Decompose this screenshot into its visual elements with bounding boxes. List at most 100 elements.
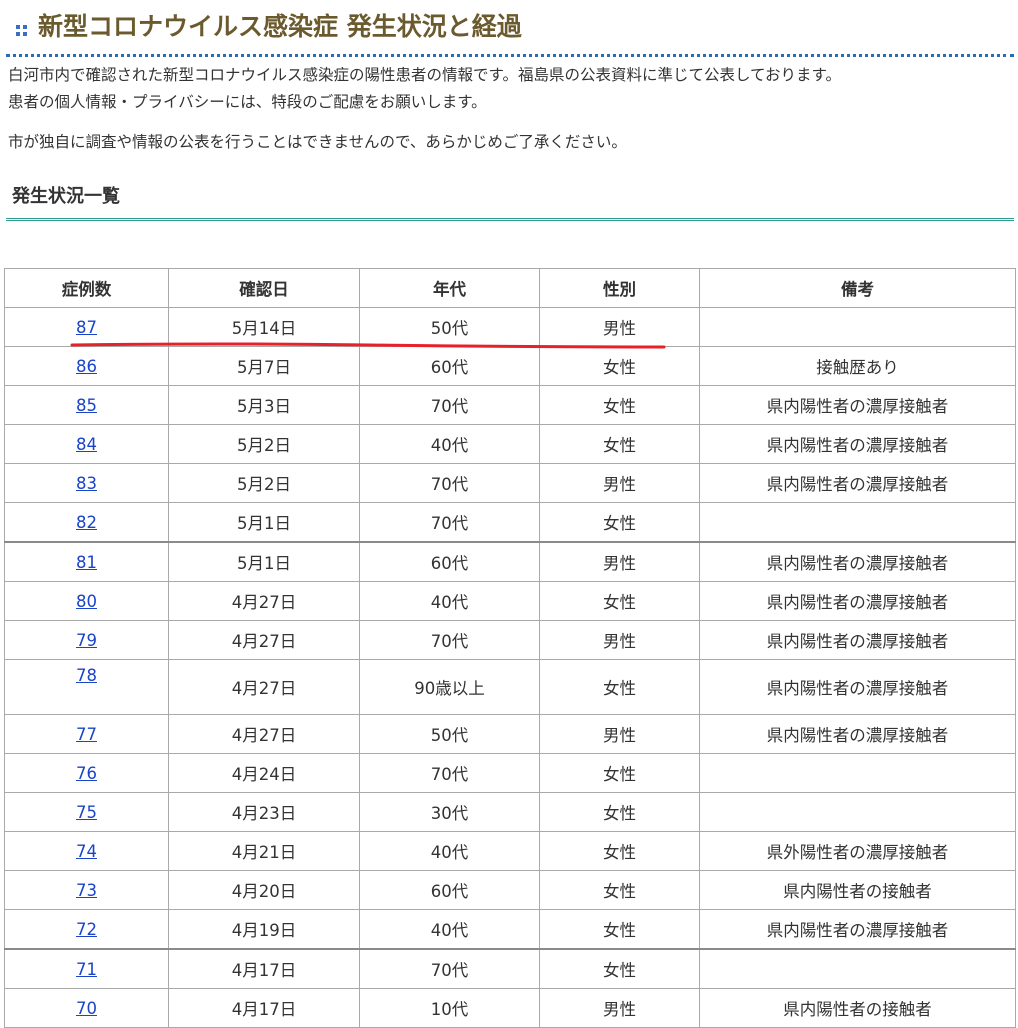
case-number-link[interactable]: 86 [76,357,97,376]
header-age-group: 年代 [359,268,540,308]
sex-cell: 女性 [539,870,700,910]
age-group-cell: 60代 [359,870,540,910]
notes-cell: 県内陽性者の濃厚接触者 [699,463,1016,503]
table-row: 75 4月23日 30代 女性 [4,792,1016,832]
table-row: 76 4月24日 70代 女性 [4,753,1016,793]
notes-cell [699,753,1016,793]
age-group-cell: 40代 [359,831,540,871]
table-row: 77 4月27日 50代 男性 県内陽性者の濃厚接触者 [4,714,1016,754]
table-row: 81 5月1日 60代 男性 県内陽性者の濃厚接触者 [4,541,1016,582]
section-title: 発生状況一覧 [12,186,120,207]
age-group-cell: 70代 [359,948,540,989]
confirmed-date-cell: 4月27日 [168,659,360,715]
bullet-squares-icon [16,25,27,36]
notes-cell: 県内陽性者の濃厚接触者 [699,424,1016,464]
case-number-link[interactable]: 77 [76,725,97,744]
table-row: 78 4月27日 90歳以上 女性 県内陽性者の濃厚接触者 [4,659,1016,715]
sex-cell: 男性 [539,714,700,754]
case-number-link[interactable]: 83 [76,474,97,493]
case-number-cell: 83 [4,463,169,503]
page-title: 新型コロナウイルス感染症 発生状況と経過 [38,12,522,41]
age-group-cell: 70代 [359,753,540,793]
case-number-cell: 86 [4,346,169,386]
confirmed-date-cell: 4月20日 [168,870,360,910]
sex-cell: 男性 [539,463,700,503]
confirmed-date-cell: 4月17日 [168,948,360,989]
case-number-cell: 82 [4,502,169,543]
notes-cell: 県内陽性者の接触者 [699,870,1016,910]
age-group-cell: 60代 [359,346,540,386]
case-number-link[interactable]: 76 [76,764,97,783]
sex-cell: 女性 [539,831,700,871]
table-row: 82 5月1日 70代 女性 [4,502,1016,543]
table-row: 79 4月27日 70代 男性 県内陽性者の濃厚接触者 [4,620,1016,660]
case-number-cell: 77 [4,714,169,754]
confirmed-date-cell: 5月14日 [168,307,360,347]
sex-cell: 女性 [539,581,700,621]
case-number-link[interactable]: 80 [76,592,97,611]
notes-cell [699,792,1016,832]
case-number-link[interactable]: 84 [76,435,97,454]
case-number-link[interactable]: 72 [76,920,97,939]
table-row: 83 5月2日 70代 男性 県内陽性者の濃厚接触者 [4,463,1016,503]
sex-cell: 女性 [539,385,700,425]
notes-cell: 県外陽性者の濃厚接触者 [699,831,1016,871]
notes-cell: 県内陽性者の濃厚接触者 [699,620,1016,660]
case-number-cell: 81 [4,541,169,582]
confirmed-date-cell: 4月24日 [168,753,360,793]
case-number-cell: 73 [4,870,169,910]
notes-cell: 県内陽性者の濃厚接触者 [699,385,1016,425]
case-number-link[interactable]: 81 [76,553,97,572]
case-number-cell: 87 [4,307,169,347]
case-number-link[interactable]: 75 [76,803,97,822]
sex-cell: 男性 [539,541,700,582]
age-group-cell: 50代 [359,307,540,347]
table-row: 85 5月3日 70代 女性 県内陽性者の濃厚接触者 [4,385,1016,425]
notes-cell [699,307,1016,347]
confirmed-date-cell: 4月21日 [168,831,360,871]
sex-cell: 女性 [539,909,700,950]
case-number-cell: 72 [4,909,169,950]
sex-cell: 女性 [539,792,700,832]
sex-cell: 男性 [539,620,700,660]
confirmed-date-cell: 5月7日 [168,346,360,386]
confirmed-date-cell: 4月19日 [168,909,360,950]
confirmed-date-cell: 4月17日 [168,988,360,1028]
case-number-link[interactable]: 70 [76,999,97,1018]
notes-cell: 県内陽性者の濃厚接触者 [699,541,1016,582]
notes-cell [699,502,1016,543]
case-number-link[interactable]: 74 [76,842,97,861]
age-group-cell: 30代 [359,792,540,832]
sex-cell: 女性 [539,424,700,464]
sex-cell: 女性 [539,753,700,793]
case-number-cell: 78 [4,659,169,715]
sex-cell: 男性 [539,307,700,347]
age-group-cell: 40代 [359,581,540,621]
age-group-cell: 90歳以上 [359,659,540,715]
header-sex: 性別 [539,268,700,308]
age-group-cell: 40代 [359,424,540,464]
case-number-link[interactable]: 73 [76,881,97,900]
confirmed-date-cell: 4月27日 [168,581,360,621]
case-number-link[interactable]: 82 [76,513,97,532]
table-header-row: 症例数 確認日 年代 性別 備考 [4,268,1016,308]
case-number-cell: 84 [4,424,169,464]
confirmed-date-cell: 5月3日 [168,385,360,425]
case-number-link[interactable]: 79 [76,631,97,650]
case-number-link[interactable]: 71 [76,960,97,979]
case-number-cell: 70 [4,988,169,1028]
sex-cell: 女性 [539,502,700,543]
header-notes: 備考 [699,268,1016,308]
case-number-cell: 85 [4,385,169,425]
case-number-link[interactable]: 78 [76,666,97,685]
case-number-link[interactable]: 87 [76,318,97,337]
sex-cell: 男性 [539,988,700,1028]
confirmed-date-cell: 4月27日 [168,714,360,754]
table-row: 70 4月17日 10代 男性 県内陽性者の接触者 [4,988,1016,1028]
case-number-cell: 76 [4,753,169,793]
case-number-cell: 74 [4,831,169,871]
age-group-cell: 70代 [359,620,540,660]
notes-cell: 県内陽性者の濃厚接触者 [699,909,1016,950]
case-number-link[interactable]: 85 [76,396,97,415]
notes-cell: 県内陽性者の濃厚接触者 [699,714,1016,754]
